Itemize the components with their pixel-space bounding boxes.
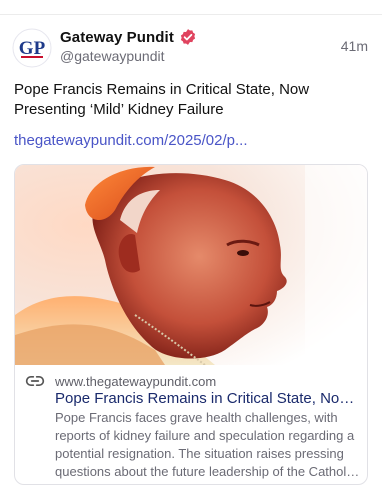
link-chain-icon [25,376,45,386]
link-preview-card[interactable]: www.thegatewaypundit.com Pope Francis Re… [14,164,368,485]
avatar-letters: GP [19,38,46,59]
card-domain-row: www.thegatewaypundit.com [25,373,216,389]
avatar[interactable]: GP [12,28,52,68]
post-text: Pope Francis Remains in Critical State, … [14,81,310,118]
timestamp[interactable]: 41m [341,38,368,54]
post-link[interactable]: thegatewaypundit.com/2025/02/p... [14,132,248,149]
card-image[interactable] [15,165,367,365]
pope-portrait-image [15,165,367,365]
gateway-pundit-logo: GP [12,28,52,68]
card-description: Pope Francis faces grave health challeng… [55,409,361,481]
card-domain: www.thegatewaypundit.com [55,373,217,389]
author-handle[interactable]: @gatewaypundit [60,48,165,64]
post-header: GP Gateway Pundit @gatewaypundit 41m [12,26,372,74]
card-title[interactable]: Pope Francis Remains in Critical State, … [55,390,361,407]
author-name[interactable]: Gateway Pundit [60,29,174,46]
name-row: Gateway Pundit [60,28,197,46]
card-description-text: Pope Francis faces grave health challeng… [55,410,356,479]
verified-badge-icon [180,29,196,45]
top-divider [0,14,382,15]
